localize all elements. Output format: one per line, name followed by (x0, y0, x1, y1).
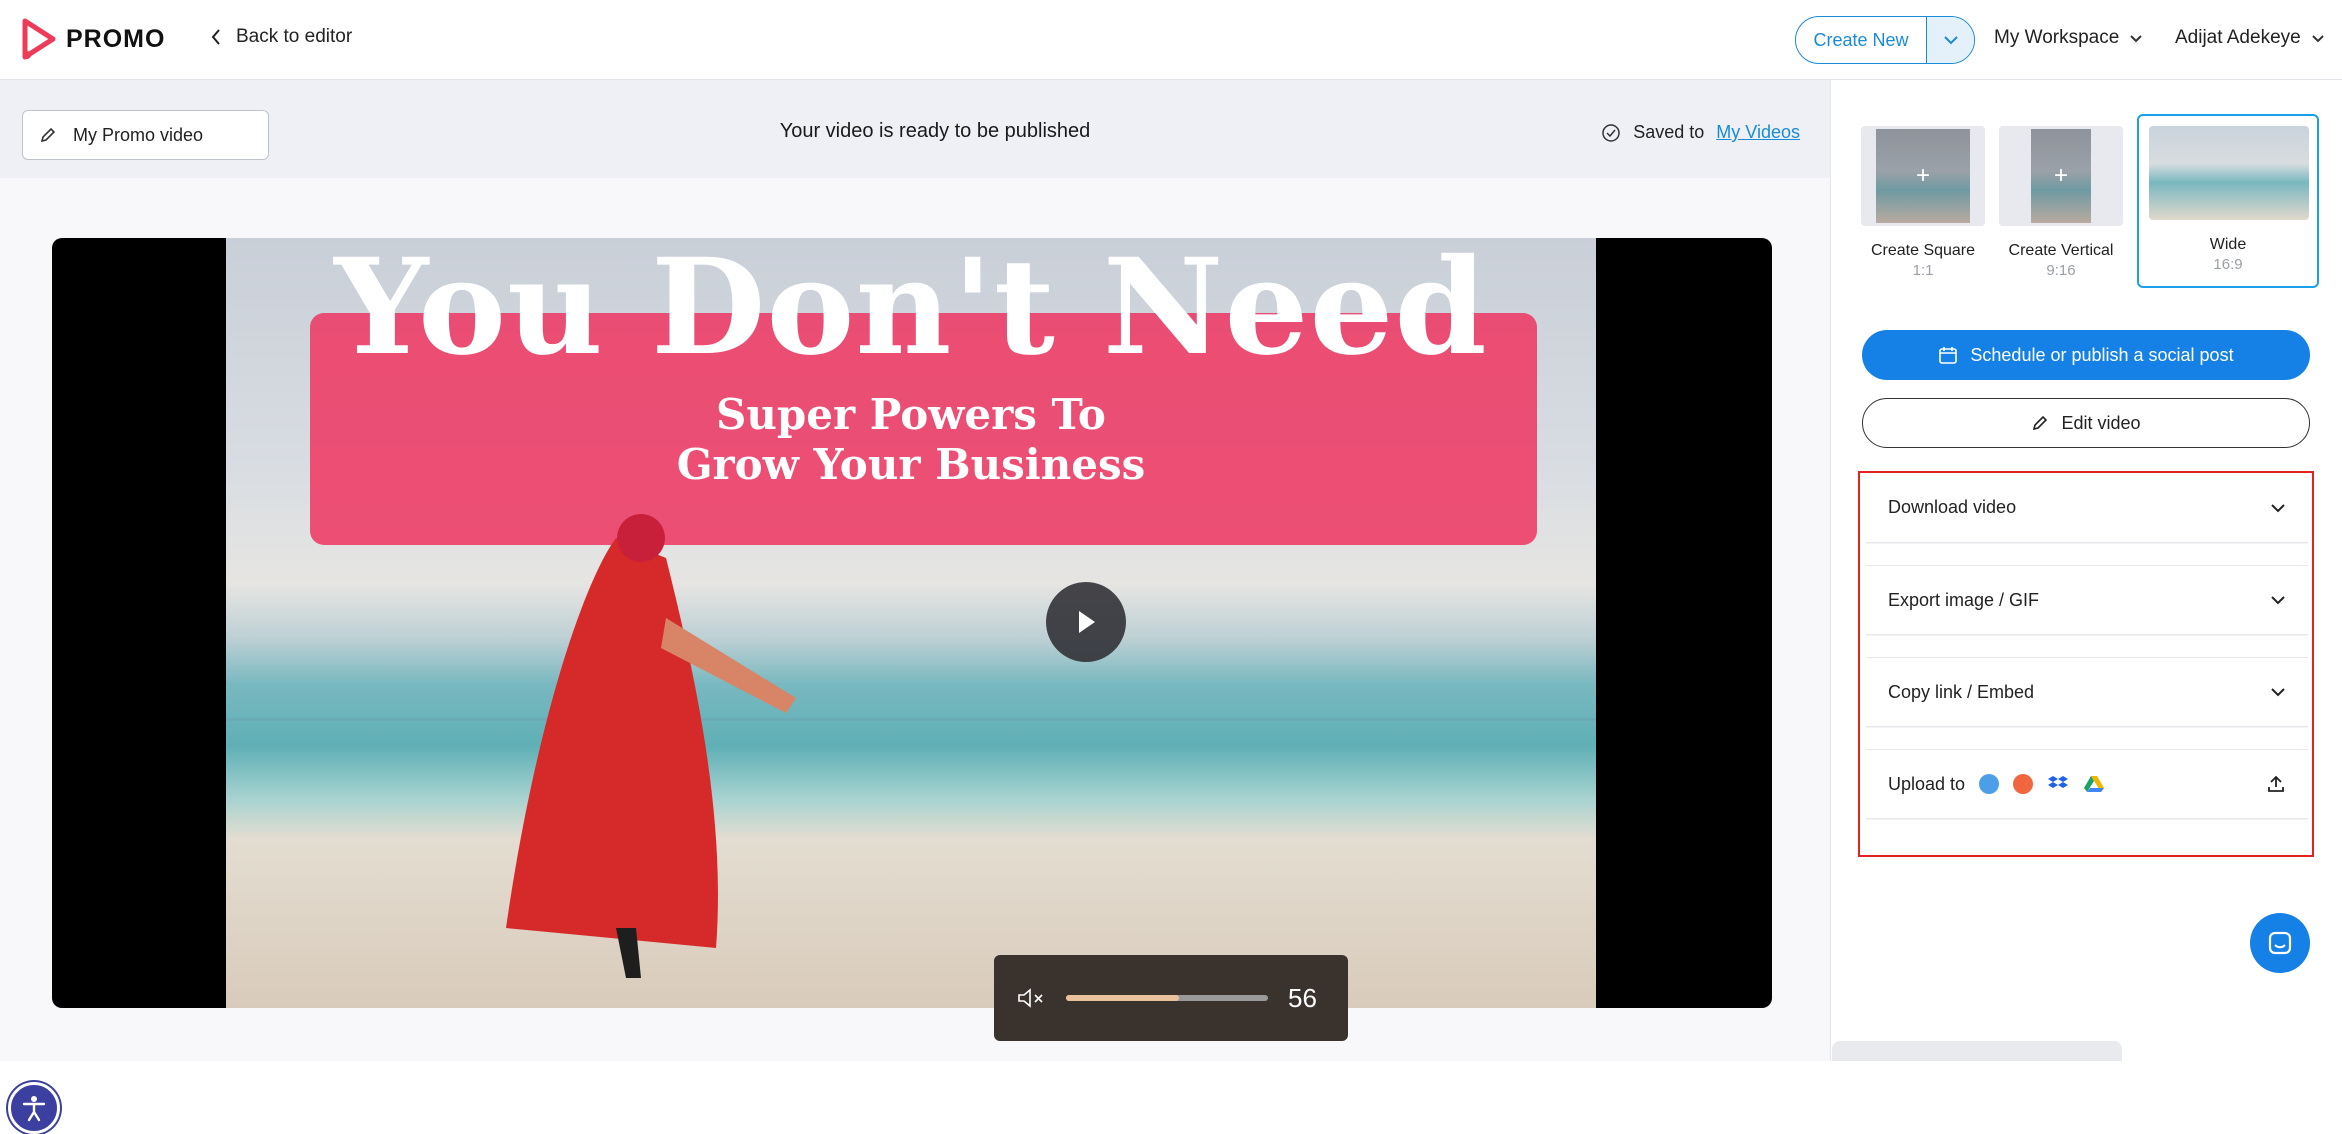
chat-service-icon[interactable] (1979, 774, 2000, 794)
mute-icon[interactable] (1016, 986, 1046, 1010)
volume-value: 56 (1288, 982, 1317, 1013)
calendar-icon (1939, 347, 1958, 364)
video-subline-2: Grow Your Business (676, 440, 1146, 489)
volume-slider[interactable] (1066, 995, 1268, 1001)
dropbox-icon[interactable] (2047, 774, 2069, 794)
create-new-dropdown[interactable] (1926, 17, 1974, 63)
pencil-icon (2033, 415, 2048, 431)
chat-icon (2268, 931, 2292, 955)
format-vertical[interactable]: + Create Vertical 9:16 (1999, 126, 2123, 288)
download-video-option[interactable]: Download video (1866, 473, 2308, 543)
plus-icon: + (1876, 129, 1970, 223)
user-name: Adijat Adekeye (2175, 27, 2301, 48)
top-bar: PROMO Back to editor Create New My Works… (0, 0, 2342, 80)
format-label: Create Square (1870, 242, 1976, 259)
export-label: Export image / GIF (1888, 589, 2040, 610)
accessibility-button[interactable] (8, 1082, 60, 1134)
plus-icon: + (2031, 129, 2091, 223)
chevron-left-icon (211, 29, 220, 45)
workspace-label: My Workspace (1994, 27, 2120, 48)
saved-status: Saved to My Videos (1601, 122, 1800, 143)
workspace-menu[interactable]: My Workspace (1994, 27, 2143, 49)
format-square-thumb: + (1861, 126, 1985, 226)
check-circle-icon (1602, 123, 1620, 142)
chevron-down-icon (1943, 36, 1958, 45)
video-player[interactable]: You Don't Need Super Powers To Grow Your… (52, 238, 1772, 1008)
main-area: My Promo video Your video is ready to be… (0, 80, 1830, 1134)
edit-video-button[interactable]: Edit video (1862, 398, 2310, 448)
hero-figure-illustration (506, 514, 796, 978)
support-chat-button[interactable] (2250, 913, 2310, 973)
logo-text: PROMO (66, 24, 166, 53)
format-ratio: 16:9 (2213, 256, 2243, 273)
upload-icon (2268, 775, 2284, 792)
schedule-publish-button[interactable]: Schedule or publish a social post (1862, 330, 2310, 380)
horizon (226, 718, 1596, 721)
format-square[interactable]: + Create Square 1:1 (1861, 126, 1985, 288)
promo-logo[interactable]: PROMO (22, 18, 165, 60)
upload-services: Upload to (1888, 774, 2105, 795)
copy-link-embed-option[interactable]: Copy link / Embed (1866, 657, 2308, 727)
back-to-editor-link[interactable]: Back to editor (210, 26, 352, 48)
upload-to-option[interactable]: Upload to (1866, 749, 2308, 819)
schedule-label: Schedule or publish a social post (1970, 344, 2234, 365)
chevron-down-icon (2271, 503, 2285, 512)
export-image-gif-option[interactable]: Export image / GIF (1866, 565, 2308, 635)
publish-panel: + Create Square 1:1 + Create Vertical 9:… (1830, 80, 2342, 1061)
accessibility-icon (22, 1096, 46, 1122)
copy-link-label: Copy link / Embed (1888, 681, 2035, 702)
publish-status-bar: My Promo video Your video is ready to be… (0, 80, 1830, 178)
hubspot-icon[interactable] (2013, 774, 2034, 794)
create-new-label: Create New (1813, 29, 1909, 50)
format-label: Wide (2209, 236, 2247, 253)
volume-control[interactable]: 56 (994, 955, 1348, 1041)
format-selector: + Create Square 1:1 + Create Vertical 9:… (1861, 114, 2319, 288)
back-label: Back to editor (236, 26, 353, 47)
chevron-down-icon (2271, 688, 2285, 697)
format-wide[interactable]: Wide 16:9 (2137, 114, 2319, 288)
chevron-down-icon (2130, 34, 2143, 42)
chevron-down-icon (2271, 596, 2285, 605)
play-button[interactable] (1046, 582, 1126, 662)
format-ratio: 1:1 (1912, 262, 1934, 279)
format-ratio: 9:16 (2046, 262, 2076, 279)
video-headline: You Don't Need (334, 238, 1488, 385)
download-label: Download video (1888, 497, 2017, 517)
video-subline: Super Powers To Grow Your Business (226, 390, 1596, 490)
format-vertical-thumb: + (1999, 126, 2123, 226)
saved-prefix: Saved to (1633, 122, 1705, 142)
volume-slider-fill (1066, 995, 1180, 1001)
format-wide-thumb (2149, 126, 2309, 220)
upload-label: Upload to (1888, 773, 1966, 794)
ready-message: Your video is ready to be published (779, 120, 1091, 142)
promo-logo-icon (22, 18, 56, 60)
video-frame: You Don't Need Super Powers To Grow Your… (226, 238, 1596, 1008)
chevron-down-icon (2311, 34, 2324, 42)
create-new-button[interactable]: Create New (1795, 16, 1975, 64)
video-subline-1: Super Powers To (716, 390, 1106, 439)
panel-scrollbar[interactable] (1832, 1041, 2122, 1061)
google-drive-icon[interactable] (2083, 774, 2105, 794)
play-icon (1079, 611, 1095, 633)
export-options-highlight: Download video Export image / GIF Copy l… (1858, 471, 2314, 857)
user-menu[interactable]: Adijat Adekeye (2175, 27, 2325, 49)
edit-label: Edit video (2061, 412, 2141, 433)
format-label: Create Vertical (2008, 242, 2114, 259)
my-videos-link[interactable]: My Videos (1716, 122, 1800, 143)
